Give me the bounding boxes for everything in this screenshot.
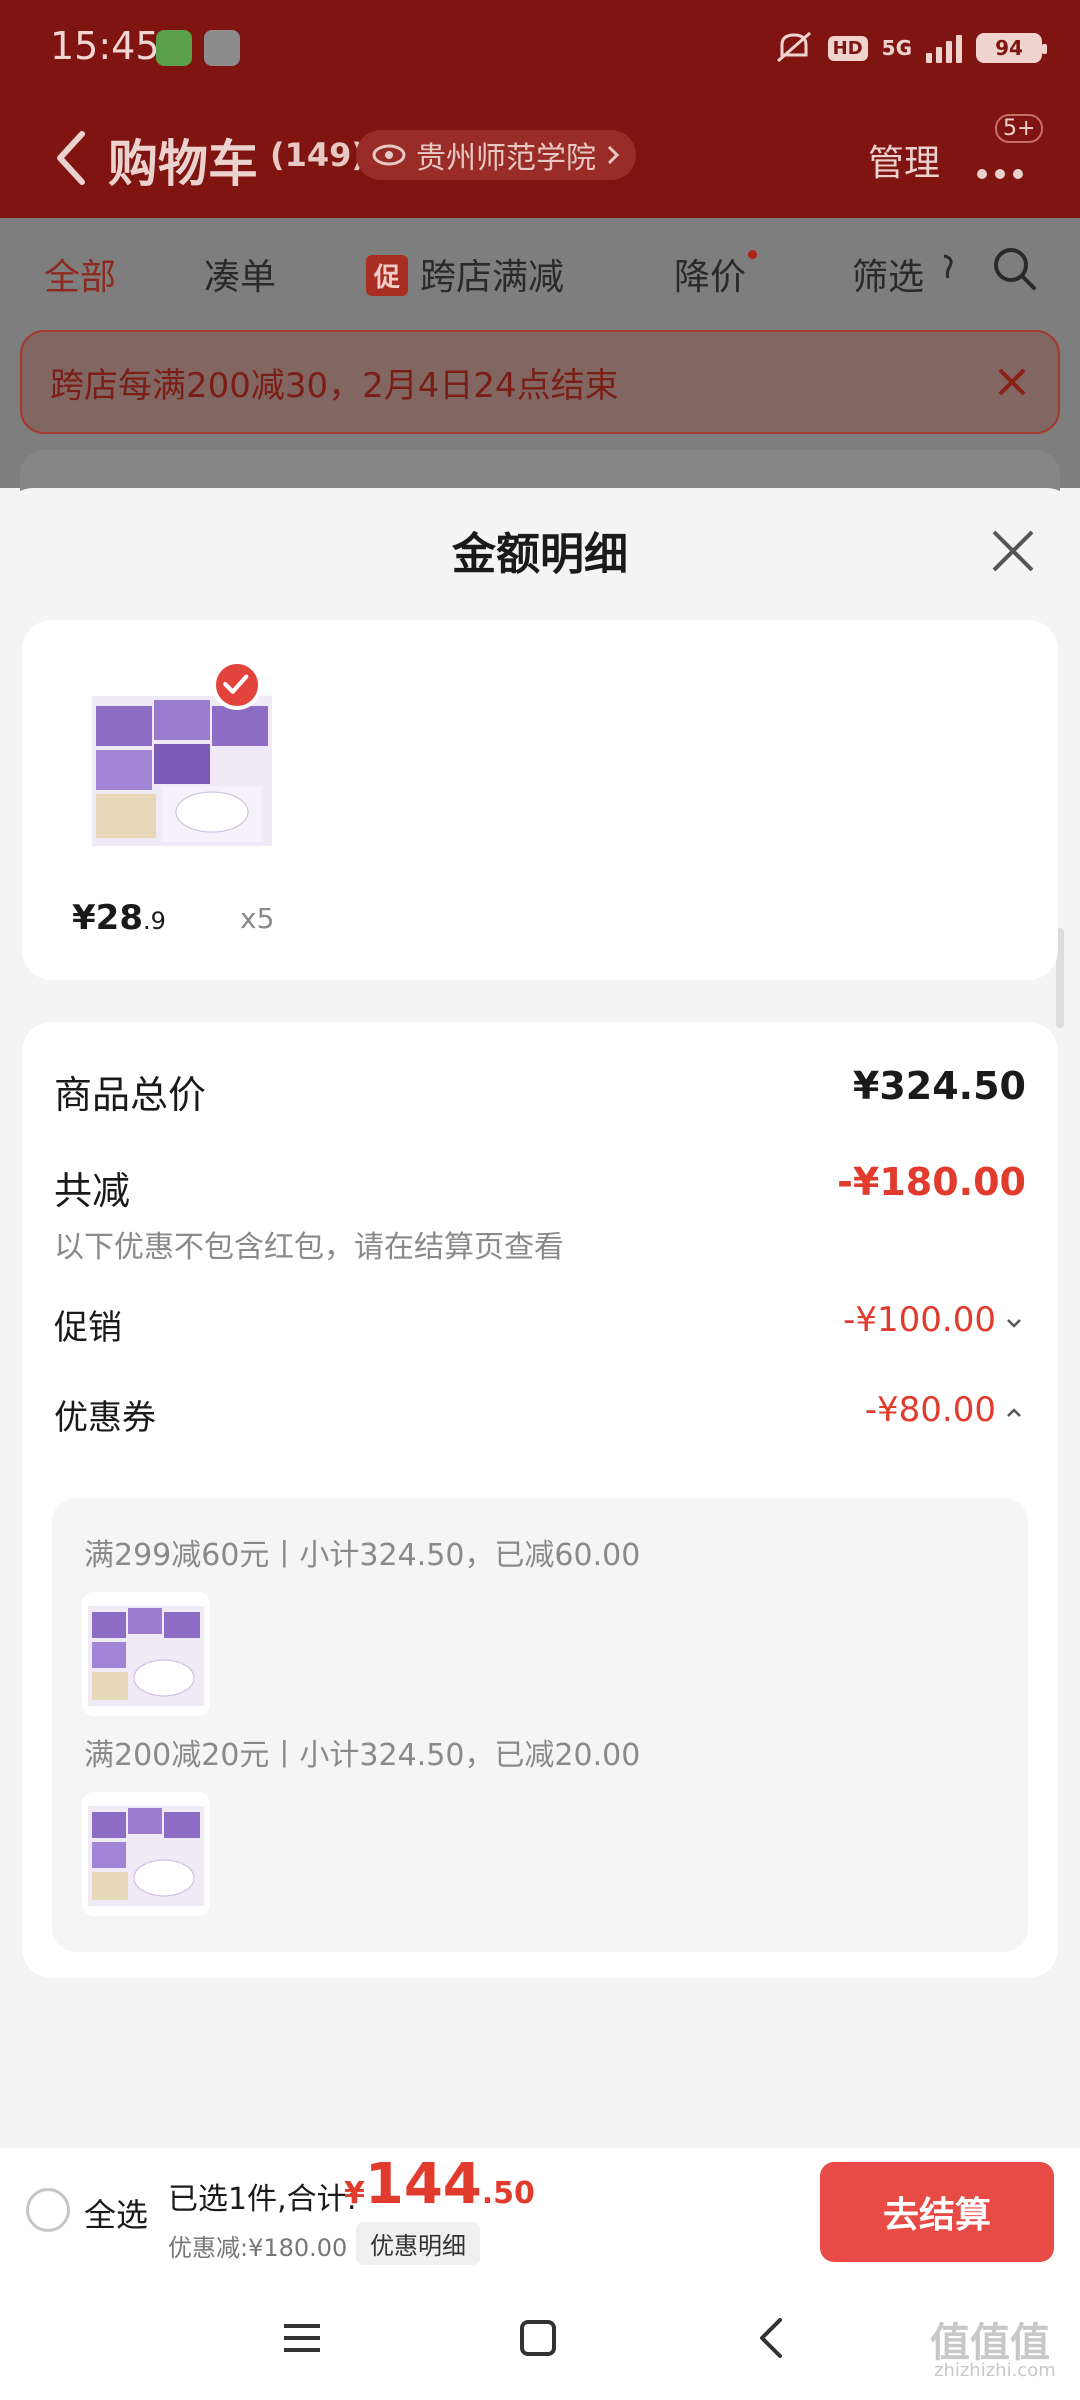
total-price: ¥144.50 (344, 2152, 535, 2217)
tools-icon (204, 30, 240, 66)
filter-icon (943, 254, 953, 279)
total-reduce-label: 共减 (54, 1169, 131, 1213)
tab-filter[interactable]: 筛选 (852, 248, 924, 300)
close-banner-icon[interactable] (992, 362, 1032, 402)
price-int: ¥28 (72, 898, 143, 938)
wechat-icon (156, 30, 192, 66)
eye-icon (372, 144, 406, 166)
total-dec: .50 (481, 2176, 535, 2211)
page-title: 购物车 (108, 135, 258, 193)
location-label: 贵州师范学院 (416, 141, 596, 176)
total-currency: ¥ (344, 2176, 365, 2211)
checkout-button[interactable]: 去结算 (820, 2162, 1054, 2262)
coupon-product-thumb (82, 1792, 210, 1916)
promo-value: -¥100.00 (843, 1300, 996, 1340)
sheet-title: 金额明细 (452, 529, 628, 580)
total-reduce-value: -¥180.00 (837, 1160, 1026, 1204)
checked-icon[interactable] (212, 660, 262, 710)
nav-bar: 购物车 (149) 贵州师范学院 管理 5+ (0, 110, 1080, 210)
battery-icon: 94 (976, 33, 1047, 63)
header: 15:45 HD 5G 94 购物车 (149) 贵州师范学院 管理 5+ (0, 0, 1080, 218)
status-time: 15:45 (50, 24, 160, 68)
chevron-right-icon (607, 145, 620, 165)
product-card: ¥28.9 x5 (22, 620, 1058, 980)
coupon-value: -¥80.00 (864, 1390, 996, 1430)
tab-price-drop[interactable]: 降价 (674, 248, 746, 300)
watermark-url: zhizhizhi.com (934, 2360, 1056, 2381)
chevron-up-icon (1007, 1408, 1021, 1417)
menu-icon[interactable] (280, 2316, 324, 2360)
back-icon[interactable] (52, 128, 92, 188)
close-icon[interactable] (990, 528, 1036, 574)
discount-text: 优惠减:¥180.00 (168, 2234, 348, 2262)
goods-total-value: ¥324.50 (852, 1064, 1026, 1108)
price-drop-dot (748, 250, 757, 259)
location-selector[interactable]: 贵州师范学院 (356, 130, 636, 180)
coupon-detail-box: 满299减60元丨小计324.50，已减60.00 满200减20元丨小计324… (52, 1498, 1028, 1952)
manage-button[interactable]: 管理 (868, 134, 940, 186)
tab-combine[interactable]: 凑单 (204, 248, 276, 300)
status-bar: 15:45 HD 5G 94 (0, 0, 1080, 96)
mute-icon (776, 31, 811, 63)
battery-level: 94 (995, 36, 1023, 60)
select-all-label[interactable]: 全选 (84, 2190, 148, 2236)
tab-all[interactable]: 全部 (44, 248, 116, 300)
total-int: 144 (364, 2152, 482, 2217)
coupon-row-toggle[interactable]: -¥80.00 (865, 1390, 1022, 1430)
network-label: 5G (881, 36, 912, 60)
promo-chip: 促 (366, 255, 409, 296)
back-nav-icon[interactable] (750, 2316, 794, 2360)
select-all-radio[interactable] (26, 2188, 70, 2232)
selected-summary: 已选1件,合计: (168, 2182, 357, 2217)
signal-icon (926, 33, 962, 63)
system-nav-bar (0, 2272, 1080, 2400)
cart-count: (149) (270, 136, 367, 174)
goods-total-label: 商品总价 (54, 1073, 207, 1117)
coupon-line: 满200减20元丨小计324.50，已减20.00 (84, 1738, 641, 1773)
price-dec: .9 (142, 907, 166, 935)
coupon-label: 优惠券 (54, 1398, 156, 1438)
message-badge: 5+ (995, 114, 1044, 143)
chevron-down-icon (1007, 1319, 1021, 1328)
banner-text: 跨店每满200减30，2月4日24点结束 (50, 366, 619, 406)
coupon-product-thumb (82, 1592, 210, 1716)
amount-detail-sheet: 金额明细 ¥28.9 x5 商品总价 ¥324.50 共减 -¥180.00 以… (0, 488, 1080, 2148)
filter-tabs: 全部 凑单 促跨店满减 降价 筛选 (0, 218, 1080, 328)
status-right: HD 5G 94 (774, 26, 1047, 70)
product-price: ¥28.9 (72, 898, 166, 938)
summary-card: 商品总价 ¥324.50 共减 -¥180.00 以下优惠不包含红包，请在结算页… (22, 1022, 1058, 1978)
product-qty: x5 (240, 902, 275, 935)
checkout-bar: 全选 已选1件,合计: ¥144.50 优惠减:¥180.00 优惠明细 去结算 (0, 2148, 1080, 2272)
discount-detail-button[interactable]: 优惠明细 (356, 2222, 480, 2265)
home-icon[interactable] (516, 2316, 560, 2360)
search-icon[interactable] (990, 244, 1040, 294)
promo-label: 促销 (54, 1308, 122, 1348)
promo-row-toggle[interactable]: -¥100.00 (843, 1300, 1022, 1340)
tab-cross-store[interactable]: 促跨店满减 (366, 248, 564, 300)
promo-banner: 跨店每满200减30，2月4日24点结束 (20, 330, 1060, 434)
coupon-line: 满299减60元丨小计324.50，已减60.00 (84, 1538, 641, 1573)
tab-cross-store-label: 跨店满减 (420, 257, 565, 298)
reduce-note: 以下优惠不包含红包，请在结算页查看 (54, 1230, 564, 1265)
hd-badge: HD (827, 35, 868, 61)
